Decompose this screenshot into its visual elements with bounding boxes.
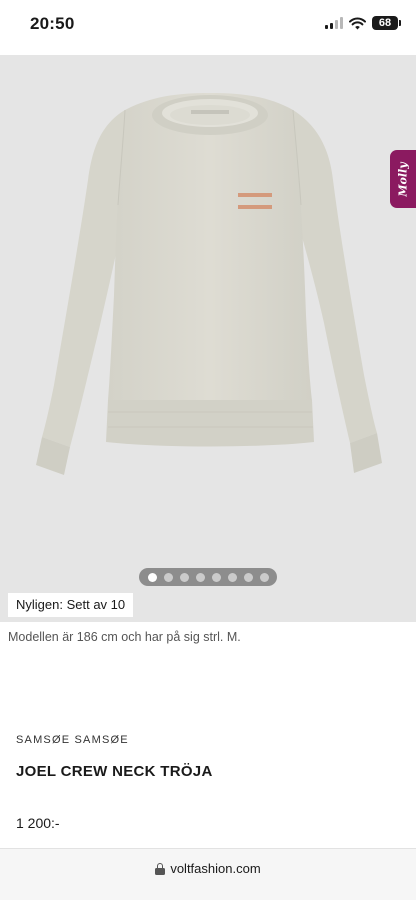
status-time: 20:50 bbox=[30, 14, 75, 33]
carousel-dot[interactable] bbox=[243, 572, 253, 582]
wifi-icon bbox=[349, 17, 366, 29]
cellular-signal-icon bbox=[325, 17, 343, 29]
product-title: JOEL CREW NECK TRÖJA bbox=[16, 763, 213, 780]
carousel-dot[interactable] bbox=[259, 572, 269, 582]
browser-address-bar[interactable]: voltfashion.com bbox=[0, 848, 416, 900]
carousel-dot[interactable] bbox=[147, 572, 157, 582]
url-text: voltfashion.com bbox=[170, 861, 261, 876]
battery-icon: 68 bbox=[372, 16, 401, 30]
carousel-dot[interactable] bbox=[179, 572, 189, 582]
carousel-dot[interactable] bbox=[227, 572, 237, 582]
molly-tab-label: Molly bbox=[396, 161, 410, 197]
status-bar: 20:50 68 bbox=[0, 0, 416, 52]
model-size-note: Modellen är 186 cm och har på sig strl. … bbox=[8, 630, 241, 644]
recently-viewed-badge: Nyligen: Sett av 10 bbox=[8, 593, 134, 617]
carousel-dot[interactable] bbox=[195, 572, 205, 582]
status-icons: 68 bbox=[325, 16, 401, 30]
lock-icon bbox=[155, 862, 166, 875]
carousel-indicator[interactable] bbox=[139, 568, 277, 586]
carousel-dot[interactable] bbox=[211, 572, 221, 582]
carousel-dot[interactable] bbox=[163, 572, 173, 582]
product-price: 1 200:- bbox=[16, 815, 60, 831]
url-display[interactable]: voltfashion.com bbox=[0, 861, 416, 876]
sweatshirt-image bbox=[36, 93, 382, 475]
molly-chat-tab[interactable]: Molly bbox=[390, 150, 416, 208]
product-image-gallery[interactable]: Nyligen: Sett av 10 bbox=[0, 55, 416, 622]
product-brand[interactable]: SAMSØE SAMSØE bbox=[16, 734, 129, 746]
